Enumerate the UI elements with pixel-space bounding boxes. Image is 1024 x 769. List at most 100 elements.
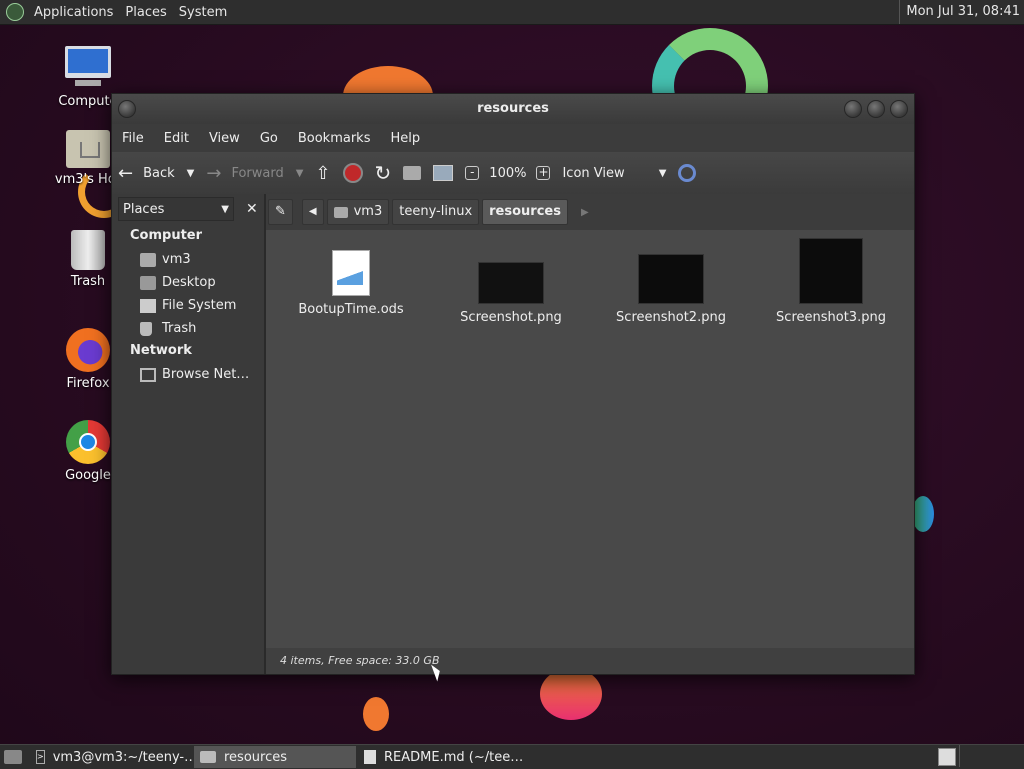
file-name: BootupTime.ods — [298, 302, 404, 317]
file-view-pane: ✎ ◀ vm3 teeny-linux resources ▶ BootupTi… — [266, 194, 914, 674]
zoom-level: 100% — [489, 165, 527, 181]
window-menu-button[interactable] — [118, 100, 136, 118]
toolbar: ← Back ▼ → Forward ▼ ⇧ ↻ - 100% + Icon V… — [112, 152, 914, 194]
sidebar-item-label: File System — [162, 298, 237, 313]
view-mode-select[interactable]: Icon View ▼ — [556, 158, 672, 188]
image-thumbnail — [638, 254, 704, 304]
breadcrumb-label: vm3 — [353, 204, 383, 219]
taskbar-item-label: vm3@vm3:~/teeny-… — [52, 749, 198, 765]
menu-help[interactable]: Help — [380, 131, 430, 146]
sidebar-select-label: Places — [123, 201, 165, 217]
taskbar: > vm3@vm3:~/teeny-… resources README.md … — [0, 744, 1024, 769]
image-thumbnail — [478, 262, 544, 304]
breadcrumb-resources[interactable]: resources — [482, 199, 568, 225]
sidebar-item-desktop[interactable]: Desktop — [112, 270, 264, 293]
computer-button[interactable] — [427, 158, 459, 188]
reload-icon: ↻ — [374, 161, 392, 185]
computer-icon — [65, 46, 111, 90]
image-thumbnail — [799, 238, 863, 304]
back-button[interactable]: ← Back — [112, 158, 181, 188]
menu-bookmarks[interactable]: Bookmarks — [288, 131, 381, 146]
breadcrumb-teeny-linux[interactable]: teeny-linux — [392, 199, 480, 225]
wallpaper-blob — [363, 697, 389, 731]
file-name: Screenshot2.png — [616, 310, 726, 325]
up-button[interactable]: ⇧ — [309, 158, 336, 188]
chevron-right-icon: ▶ — [580, 206, 589, 218]
close-sidebar-icon[interactable]: ✕ — [246, 201, 258, 217]
drive-icon — [140, 298, 156, 313]
search-button[interactable] — [672, 158, 702, 188]
file-grid: BootupTime.ods Screenshot.png Screenshot… — [266, 230, 914, 614]
dropdown-arrow-icon: ▼ — [295, 167, 304, 179]
system-menu[interactable]: System — [173, 5, 233, 20]
reload-button[interactable]: ↻ — [369, 158, 398, 188]
show-desktop-icon[interactable] — [4, 750, 22, 764]
applications-menu[interactable]: Applications — [28, 5, 119, 20]
maximize-button[interactable] — [867, 100, 885, 118]
top-panel: Applications Places System Mon Jul 31, 0… — [0, 0, 1024, 25]
title-bar[interactable]: resources — [112, 94, 914, 124]
sidebar-item-label: Trash — [162, 321, 197, 336]
sidebar-item-label: vm3 — [162, 252, 191, 267]
distro-logo-icon[interactable] — [6, 3, 24, 21]
view-mode-label: Icon View — [562, 165, 625, 181]
sidebar-item-trash[interactable]: Trash — [112, 316, 264, 339]
file-item[interactable]: Screenshot2.png — [606, 250, 736, 325]
places-menu[interactable]: Places — [119, 5, 172, 20]
breadcrumb-label: resources — [489, 204, 561, 219]
stop-button[interactable] — [337, 158, 369, 188]
computer-icon — [433, 165, 454, 181]
desktop-icon — [140, 275, 156, 290]
file-item[interactable]: Screenshot3.png — [766, 238, 896, 325]
workspace-switcher-2[interactable] — [959, 745, 984, 767]
edit-location-icon: ✎ — [275, 204, 286, 219]
clock[interactable]: Mon Jul 31, 08:41 — [899, 0, 1020, 24]
taskbar-item-label: README.md (~/tee… — [384, 749, 524, 765]
taskbar-item-terminal[interactable]: > vm3@vm3:~/teeny-… — [30, 746, 197, 768]
sidebar-item-browse-network[interactable]: Browse Net… — [112, 362, 264, 385]
workspace-switcher[interactable] — [938, 748, 956, 766]
sidebar-item-file-system[interactable]: File System — [112, 293, 264, 316]
trash-icon — [140, 321, 152, 336]
wallpaper-blob — [540, 668, 602, 720]
forward-history-dropdown[interactable]: ▼ — [290, 158, 310, 188]
file-name: Screenshot3.png — [776, 310, 886, 325]
minimize-button[interactable] — [844, 100, 862, 118]
taskbar-item-label: resources — [224, 749, 288, 765]
sidebar-item-label: Desktop — [162, 275, 216, 290]
path-scroll-right[interactable]: ▶ — [581, 207, 589, 218]
sidebar: Places ▼ ✕ Computer vm3 Desktop File Sys… — [112, 194, 264, 674]
taskbar-item-resources[interactable]: resources — [194, 746, 356, 768]
menu-file[interactable]: File — [112, 131, 154, 146]
sidebar-places-select[interactable]: Places ▼ — [118, 197, 234, 221]
search-icon — [678, 164, 697, 182]
status-bar: 4 items, Free space: 33.0 GB — [266, 648, 914, 674]
toggle-location-button[interactable]: ✎ — [268, 199, 293, 225]
menu-go[interactable]: Go — [250, 131, 288, 146]
folder-icon — [200, 751, 216, 763]
chevron-left-icon: ◀ — [308, 206, 317, 217]
path-scroll-left[interactable]: ◀ — [301, 199, 324, 225]
file-name: Screenshot.png — [460, 310, 562, 325]
taskbar-item-readme[interactable]: README.md (~/tee… — [358, 746, 530, 768]
breadcrumb-label: teeny-linux — [399, 204, 473, 219]
file-item[interactable]: BootupTime.ods — [286, 250, 416, 317]
home-button[interactable] — [397, 158, 427, 188]
menu-view[interactable]: View — [199, 131, 250, 146]
spreadsheet-file-icon — [332, 250, 370, 296]
chrome-icon — [66, 420, 110, 464]
forward-button[interactable]: → Forward — [200, 158, 289, 188]
back-arrow-icon: ← — [118, 162, 134, 184]
home-icon — [333, 206, 348, 218]
sidebar-item-vm3[interactable]: vm3 — [112, 247, 264, 270]
zoom-in-button[interactable]: + — [530, 158, 556, 188]
breadcrumb-vm3[interactable]: vm3 — [326, 199, 390, 225]
home-folder-icon — [403, 166, 422, 180]
close-button[interactable] — [890, 100, 908, 118]
back-history-dropdown[interactable]: ▼ — [181, 158, 201, 188]
file-item[interactable]: Screenshot.png — [446, 250, 576, 325]
terminal-icon: > — [36, 750, 45, 764]
zoom-out-button[interactable]: - — [459, 158, 485, 188]
window-title: resources — [477, 101, 549, 116]
menu-edit[interactable]: Edit — [154, 131, 199, 146]
